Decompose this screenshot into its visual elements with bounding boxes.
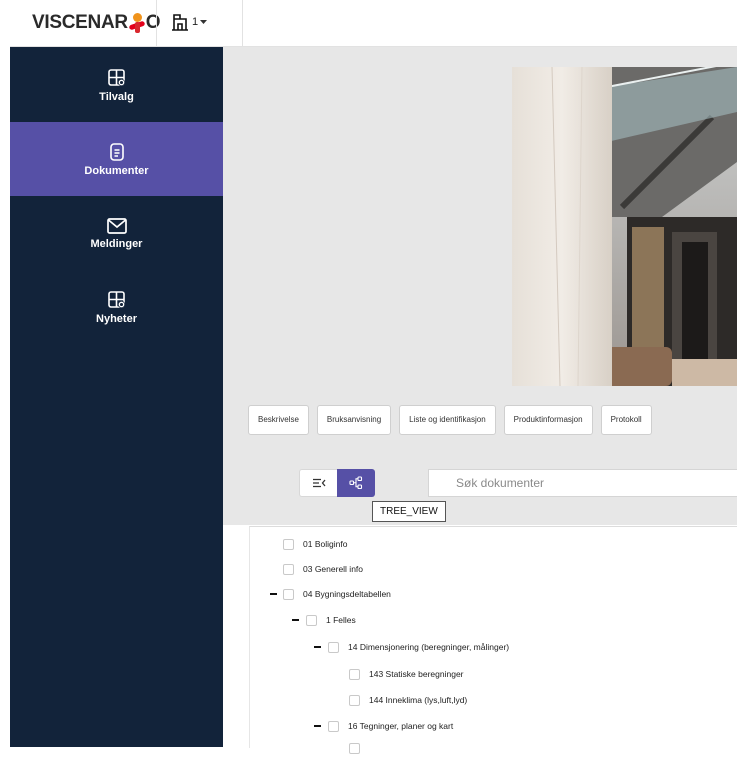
tab-liste-og-identifikasjon[interactable]: Liste og identifikasjon — [399, 405, 496, 435]
checkbox[interactable] — [349, 742, 360, 754]
sidebar-item-nyheter[interactable]: Nyheter — [10, 270, 223, 344]
document-category-tabs: Beskrivelse Bruksanvisning Liste og iden… — [248, 405, 652, 435]
search-documents-input[interactable] — [428, 469, 737, 497]
tree-item-label: 143 Statiske beregninger — [369, 669, 464, 679]
list-view-button[interactable] — [299, 469, 337, 497]
tree-item-label: 01 Boliginfo — [303, 539, 348, 549]
collapse-icon[interactable] — [314, 725, 321, 727]
caret-down-icon — [200, 19, 208, 24]
tree-item[interactable]: 143 Statiske beregninger — [349, 664, 464, 684]
tree-item-label: 1 Felles — [326, 615, 356, 625]
tree-item-label: 16 Tegninger, planer og kart — [348, 721, 454, 731]
checkbox[interactable] — [283, 538, 294, 550]
building-number: 1 — [192, 16, 199, 28]
tab-protokoll[interactable]: Protokoll — [600, 405, 652, 435]
logo-text-end: O — [145, 12, 161, 33]
tree-item-label: 04 Bygningsdeltabellen — [303, 589, 391, 599]
logo[interactable]: VISCENAR O — [32, 12, 161, 34]
tree-item[interactable] — [349, 738, 369, 758]
sidebar-item-label: Tilvalg — [99, 90, 134, 103]
checkbox[interactable] — [283, 588, 294, 600]
grid-gear-icon — [107, 290, 125, 308]
tree-item[interactable]: 04 Bygningsdeltabellen — [270, 584, 391, 604]
sidebar-item-label: Dokumenter — [84, 164, 149, 177]
building-selector[interactable]: 1 — [170, 13, 208, 31]
document-icon — [109, 142, 124, 161]
hero-photo — [512, 67, 737, 386]
document-tree: 01 Boliginfo 03 Generell info 04 Bygning… — [249, 526, 737, 754]
tooltip: TREE_VIEW — [372, 501, 446, 522]
tab-bruksanvisning[interactable]: Bruksanvisning — [316, 405, 392, 435]
collapse-icon[interactable] — [314, 646, 321, 648]
tab-produktinformasjon[interactable]: Produktinformasjon — [503, 405, 593, 435]
tree-item-label: 144 Inneklima (lys,luft,lyd) — [369, 695, 468, 705]
tree-item[interactable]: 14 Dimensjonering (beregninger, målinger… — [314, 637, 510, 657]
tree-item[interactable]: 16 Tegninger, planer og kart — [314, 716, 454, 736]
divider — [242, 0, 243, 46]
sidebar-item-label: Nyheter — [96, 312, 137, 325]
collapse-icon[interactable] — [292, 619, 299, 621]
property-image — [512, 67, 737, 386]
tree-item[interactable]: 03 Generell info — [283, 559, 363, 579]
tree-view-button[interactable] — [337, 469, 375, 497]
list-collapse-icon — [312, 478, 325, 488]
checkbox[interactable] — [306, 614, 317, 626]
grid-gear-icon — [107, 68, 125, 86]
sidebar-item-tilvalg[interactable]: Tilvalg — [10, 48, 223, 122]
checkbox[interactable] — [328, 641, 339, 653]
sidebar-item-label: Meldinger — [90, 237, 143, 250]
logo-mark-icon — [128, 13, 146, 33]
checkbox[interactable] — [349, 668, 360, 680]
tree-item[interactable]: 01 Boliginfo — [283, 534, 347, 554]
checkbox[interactable] — [328, 720, 339, 732]
view-toggle — [299, 469, 375, 497]
tree-item-label: 14 Dimensjonering (beregninger, målinger… — [348, 642, 510, 652]
tree-item-label: 03 Generell info — [303, 564, 364, 574]
envelope-icon — [106, 217, 127, 234]
left-gutter — [0, 0, 10, 747]
tree-item[interactable]: 1 Felles — [292, 610, 356, 630]
sidebar-item-dokumenter[interactable]: Dokumenter — [10, 122, 223, 196]
collapse-icon[interactable] — [270, 593, 277, 595]
building-icon — [172, 14, 188, 31]
divider — [156, 0, 157, 46]
tab-beskrivelse[interactable]: Beskrivelse — [248, 405, 309, 435]
checkbox[interactable] — [283, 563, 294, 575]
checkbox[interactable] — [349, 694, 360, 706]
sidebar: Tilvalg Dokumenter Meldinger Nyheter — [10, 47, 223, 747]
tree-item[interactable]: 144 Inneklima (lys,luft,lyd) — [349, 690, 467, 710]
sidebar-item-meldinger[interactable]: Meldinger — [10, 196, 223, 270]
top-bar: VISCENAR O 1 — [10, 0, 737, 47]
tree-view-icon — [349, 476, 363, 490]
logo-text-start: VISCENAR — [32, 12, 128, 33]
